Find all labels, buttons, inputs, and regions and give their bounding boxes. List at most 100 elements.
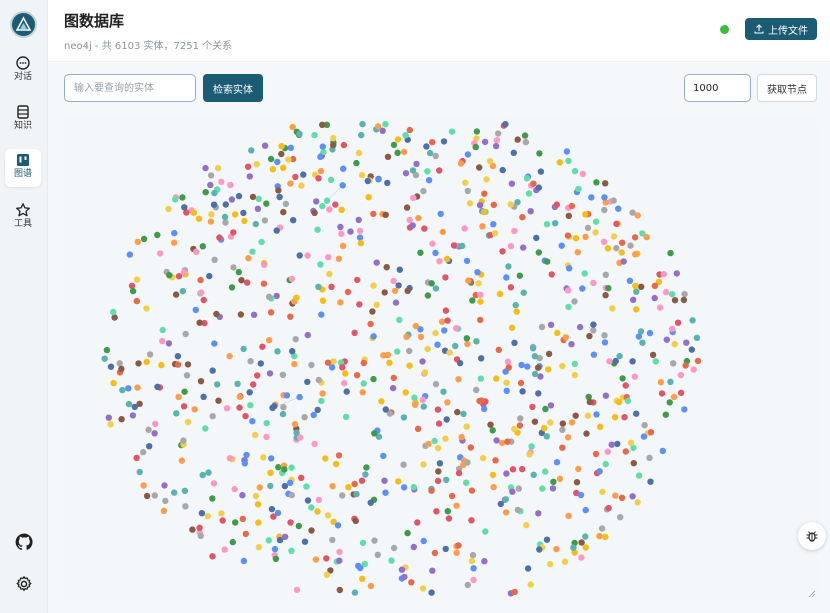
graph-node[interactable]: [408, 579, 415, 586]
graph-node[interactable]: [263, 419, 270, 427]
graph-node[interactable]: [370, 282, 377, 289]
graph-node[interactable]: [646, 454, 653, 461]
graph-node[interactable]: [669, 291, 676, 298]
graph-nodes[interactable]: [101, 120, 702, 597]
graph-node[interactable]: [374, 123, 382, 130]
graph-node[interactable]: [429, 139, 436, 146]
graph-node[interactable]: [338, 206, 345, 213]
graph-node[interactable]: [443, 416, 450, 423]
graph-node[interactable]: [339, 492, 346, 499]
graph-node[interactable]: [459, 242, 466, 250]
graph-node[interactable]: [207, 172, 215, 179]
graph-node[interactable]: [444, 508, 451, 515]
graph-node[interactable]: [304, 497, 312, 504]
graph-node[interactable]: [406, 216, 413, 224]
graph-node[interactable]: [662, 411, 669, 418]
graph-node[interactable]: [442, 307, 450, 314]
graph-node[interactable]: [639, 339, 646, 346]
graph-node[interactable]: [358, 171, 366, 179]
graph-node[interactable]: [152, 420, 159, 428]
graph-node[interactable]: [575, 185, 582, 193]
graph-node[interactable]: [429, 567, 436, 574]
graph-node[interactable]: [304, 331, 311, 339]
graph-node[interactable]: [453, 549, 460, 556]
graph-node[interactable]: [165, 340, 173, 347]
graph-node[interactable]: [590, 321, 597, 328]
graph-node[interactable]: [507, 284, 515, 291]
graph-node[interactable]: [265, 337, 273, 344]
graph-node[interactable]: [626, 277, 634, 284]
graph-node[interactable]: [618, 494, 626, 501]
graph-node[interactable]: [480, 405, 488, 413]
graph-node[interactable]: [452, 325, 460, 332]
graph-node[interactable]: [613, 245, 620, 252]
graph-node[interactable]: [590, 279, 597, 287]
graph-node[interactable]: [325, 254, 332, 261]
graph-node[interactable]: [179, 194, 186, 201]
graph-node[interactable]: [126, 251, 133, 258]
graph-node[interactable]: [419, 585, 427, 592]
graph-node[interactable]: [662, 288, 670, 296]
graph-node[interactable]: [582, 533, 589, 540]
graph-node[interactable]: [389, 384, 397, 392]
graph-node[interactable]: [330, 141, 337, 149]
graph-node[interactable]: [182, 503, 189, 510]
graph-node[interactable]: [499, 166, 506, 174]
graph-node[interactable]: [616, 352, 623, 360]
graph-node[interactable]: [390, 544, 398, 552]
graph-node[interactable]: [145, 426, 152, 433]
graph-node[interactable]: [234, 380, 241, 387]
graph-node[interactable]: [533, 234, 540, 242]
graph-node[interactable]: [353, 159, 360, 167]
graph-node[interactable]: [694, 357, 702, 365]
graph-node[interactable]: [549, 485, 557, 492]
graph-node[interactable]: [392, 299, 400, 306]
graph-node[interactable]: [663, 336, 670, 343]
graph-node[interactable]: [564, 287, 572, 294]
graph-node[interactable]: [249, 248, 256, 255]
graph-node[interactable]: [101, 355, 108, 362]
graph-node[interactable]: [400, 484, 408, 491]
graph-node[interactable]: [421, 369, 429, 376]
graph-node[interactable]: [308, 527, 315, 534]
graph-node[interactable]: [426, 149, 434, 157]
graph-node[interactable]: [604, 448, 611, 455]
graph-node[interactable]: [615, 205, 622, 212]
graph-node[interactable]: [319, 121, 326, 128]
graph-node[interactable]: [165, 205, 172, 213]
graph-node[interactable]: [583, 430, 590, 437]
graph-node[interactable]: [274, 348, 281, 355]
graph-node[interactable]: [627, 242, 634, 249]
graph-node[interactable]: [660, 271, 667, 278]
graph-node[interactable]: [586, 398, 593, 406]
graph-node[interactable]: [328, 364, 336, 371]
graph-node[interactable]: [633, 288, 640, 295]
graph-node[interactable]: [180, 403, 188, 410]
graph-node[interactable]: [508, 180, 516, 187]
graph-node[interactable]: [336, 557, 343, 564]
graph-node[interactable]: [448, 492, 456, 500]
graph-node[interactable]: [507, 243, 515, 250]
graph-node[interactable]: [304, 378, 311, 386]
graph-node[interactable]: [275, 464, 282, 471]
graph-node[interactable]: [384, 351, 392, 359]
graph-node[interactable]: [311, 209, 318, 217]
graph-node[interactable]: [181, 204, 188, 211]
graph-node[interactable]: [209, 413, 216, 420]
graph-node[interactable]: [455, 376, 462, 383]
graph-node[interactable]: [529, 345, 537, 352]
app-logo[interactable]: [10, 11, 37, 38]
graph-node[interactable]: [525, 190, 533, 197]
graph-node[interactable]: [433, 508, 440, 515]
graph-node[interactable]: [158, 361, 165, 369]
graph-node[interactable]: [221, 546, 228, 553]
graph-node[interactable]: [328, 283, 335, 290]
graph-node[interactable]: [592, 229, 599, 236]
graph-node[interactable]: [292, 336, 299, 343]
graph-node[interactable]: [442, 545, 449, 553]
graph-node[interactable]: [442, 274, 449, 281]
graph-node[interactable]: [342, 413, 350, 421]
graph-node[interactable]: [356, 234, 364, 241]
graph-node[interactable]: [566, 265, 573, 272]
graph-node[interactable]: [375, 176, 382, 183]
